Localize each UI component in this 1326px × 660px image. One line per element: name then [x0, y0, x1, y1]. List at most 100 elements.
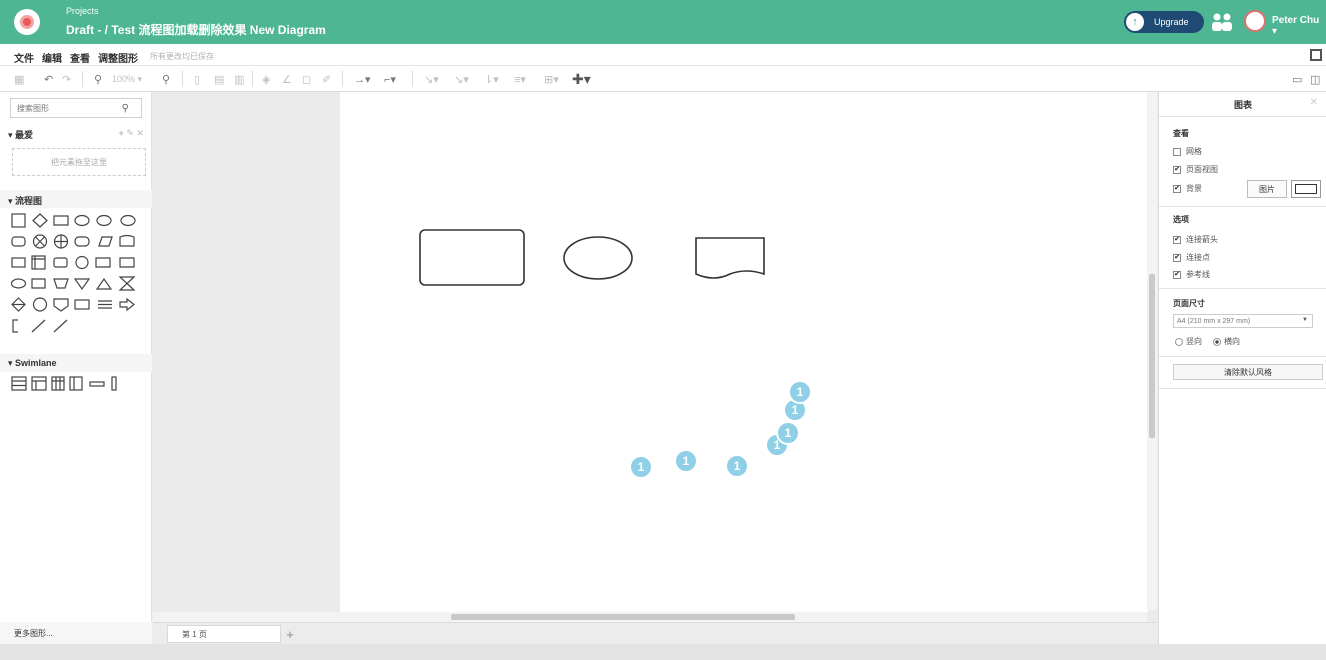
- add-page-button[interactable]: +: [281, 625, 299, 643]
- document-title[interactable]: Draft - / Test 流程图加载删除效果 New Diagram: [66, 21, 326, 38]
- guides-checkbox[interactable]: ✔ 参考线: [1173, 269, 1210, 280]
- diagram-layer[interactable]: 1 1 1 1 1 1 1: [340, 92, 1148, 612]
- canvas-area[interactable]: 1 1 1 1 1 1 1: [153, 92, 1157, 622]
- radio-landscape[interactable]: [1213, 337, 1221, 346]
- to-front-icon[interactable]: ▤: [214, 71, 224, 87]
- app-logo[interactable]: [14, 9, 40, 35]
- marker-label: 1: [734, 459, 741, 473]
- zoom-in-icon[interactable]: ⚲: [162, 71, 170, 87]
- checkbox-connection-points[interactable]: ✔: [1173, 253, 1181, 262]
- connection-points-checkbox[interactable]: ✔ 连接点: [1173, 252, 1210, 263]
- checkbox-guides[interactable]: ✔: [1173, 270, 1181, 279]
- team-icon[interactable]: [1210, 10, 1234, 34]
- page-tab[interactable]: 第 1 页: [167, 625, 281, 643]
- bracket-shape: [12, 319, 18, 333]
- menu-view[interactable]: 查看: [70, 50, 90, 65]
- split-view-icon[interactable]: ◫: [1310, 71, 1320, 87]
- delay-shape: [10, 278, 27, 289]
- menu-edit[interactable]: 编辑: [42, 50, 62, 65]
- projects-link[interactable]: Projects: [66, 6, 99, 16]
- fullscreen-icon[interactable]: [1310, 49, 1322, 61]
- swimlane-title: Swimlane: [15, 358, 57, 368]
- background-checkbox[interactable]: ✔ 背景: [1173, 183, 1202, 194]
- delete-icon[interactable]: ▯: [194, 71, 200, 87]
- horizontal-scroll-thumb[interactable]: [451, 614, 795, 620]
- page-size-select[interactable]: A4 (210 mm x 297 mm) ▼: [1173, 314, 1313, 328]
- canvas-marker[interactable]: 1: [674, 449, 698, 473]
- diagram-ellipse[interactable]: [563, 236, 633, 280]
- background-image-button[interactable]: 图片: [1247, 180, 1287, 198]
- menu-arrange[interactable]: 调整图形: [98, 50, 138, 65]
- undo-icon[interactable]: ↶: [44, 71, 53, 87]
- vertical-scrollbar[interactable]: [1147, 92, 1157, 610]
- radio-portrait[interactable]: [1175, 337, 1183, 346]
- fill-color-icon[interactable]: ◈: [262, 71, 270, 87]
- canvas-marker[interactable]: 1: [788, 380, 812, 404]
- to-back-icon[interactable]: ▥: [234, 71, 244, 87]
- page-view-checkbox[interactable]: ✔ 页面视图: [1173, 164, 1218, 175]
- horizontal-pool-shape: [11, 376, 27, 391]
- shape-search-input[interactable]: [11, 99, 115, 117]
- diagram-page[interactable]: 1 1 1 1 1 1 1: [340, 92, 1148, 612]
- user-menu[interactable]: Peter Chu ▾: [1272, 15, 1326, 37]
- process-shape: [11, 213, 26, 228]
- checkbox-connection-arrows[interactable]: ✔: [1173, 235, 1181, 244]
- page-view-icon[interactable]: ▭: [1292, 71, 1302, 87]
- zoom-out-icon[interactable]: ⚲: [94, 71, 102, 87]
- portrait-radio[interactable]: 竖向: [1175, 336, 1202, 347]
- swimlane-section-header[interactable]: ▾ Swimlane: [0, 354, 152, 372]
- diagram-editor-app: Projects Draft - / Test 流程图加载删除效果 New Di…: [0, 0, 1326, 660]
- flowchart-section-header[interactable]: ▾ 流程图: [0, 190, 152, 208]
- line-width-icon[interactable]: ≡▾: [514, 71, 526, 87]
- line-color-icon[interactable]: ∠: [282, 71, 292, 87]
- insert-icon[interactable]: ✚▾: [572, 71, 591, 87]
- rounded-shape: [11, 236, 26, 247]
- user-name: Peter Chu: [1272, 15, 1320, 26]
- connection-arrows-checkbox[interactable]: ✔ 连接箭头: [1173, 234, 1218, 245]
- checkbox-page-view[interactable]: ✔: [1173, 165, 1181, 174]
- decision-shape: [32, 213, 48, 228]
- menu-file[interactable]: 文件: [14, 50, 34, 65]
- vertical-scroll-thumb[interactable]: [1149, 274, 1155, 438]
- horizontal-scrollbar[interactable]: [153, 612, 1147, 622]
- favorites-section-header[interactable]: ▾ 最爱 + ✎ ✕: [0, 124, 152, 142]
- landscape-radio[interactable]: 横向: [1213, 336, 1240, 347]
- format-painter-icon[interactable]: ✐: [322, 71, 331, 87]
- format-panel-toggle-icon[interactable]: ▦: [14, 71, 24, 87]
- more-shapes-button[interactable]: 更多图形...: [0, 622, 152, 644]
- zoom-level[interactable]: 100% ▾: [112, 71, 142, 87]
- flowchart-shape-palette[interactable]: [10, 212, 146, 344]
- checkbox-background[interactable]: ✔: [1173, 184, 1181, 193]
- diagram-document-shape[interactable]: [695, 237, 765, 279]
- shadow-icon[interactable]: ◻: [302, 71, 311, 87]
- line-type-icon[interactable]: ⇂▾: [484, 71, 499, 87]
- upgrade-label: Upgrade: [1154, 17, 1189, 27]
- options-section-label: 选项: [1173, 215, 1189, 224]
- connection-style-icon[interactable]: →▾: [354, 71, 371, 87]
- upgrade-button[interactable]: ↑ Upgrade: [1124, 11, 1204, 33]
- background-label: 背景: [1186, 184, 1202, 193]
- canvas-marker[interactable]: 1: [629, 455, 653, 479]
- redo-icon[interactable]: ↷: [62, 71, 71, 87]
- background-color-swatch[interactable]: [1291, 180, 1321, 198]
- favorites-drop-zone[interactable]: 把元素拖至这里: [12, 148, 146, 176]
- close-icon[interactable]: ✕: [1310, 97, 1318, 108]
- portrait-label: 竖向: [1186, 337, 1202, 346]
- line-start-icon[interactable]: ↘▾: [424, 71, 439, 87]
- favorites-edit-icons[interactable]: + ✎ ✕: [119, 128, 144, 139]
- waypoints-icon[interactable]: ⌐▾: [384, 71, 396, 87]
- diagram-rectangle[interactable]: [419, 229, 525, 286]
- grid-checkbox[interactable]: 网格: [1173, 146, 1202, 157]
- line-end-icon[interactable]: ↘▾: [454, 71, 469, 87]
- user-avatar[interactable]: [1244, 10, 1266, 32]
- marker-label: 1: [638, 460, 645, 474]
- search-icon[interactable]: ⚲: [122, 103, 129, 114]
- merge-shape: [73, 278, 91, 291]
- canvas-marker[interactable]: 1: [776, 421, 800, 445]
- canvas-marker[interactable]: 1: [725, 454, 749, 478]
- reset-default-style-button[interactable]: 清除默认风格: [1173, 364, 1323, 380]
- swimlane-shape-palette[interactable]: [10, 374, 146, 394]
- horizontal-pool-2-shape: [31, 376, 47, 391]
- table-icon[interactable]: ⊞▾: [544, 71, 559, 87]
- checkbox-grid[interactable]: [1173, 147, 1181, 156]
